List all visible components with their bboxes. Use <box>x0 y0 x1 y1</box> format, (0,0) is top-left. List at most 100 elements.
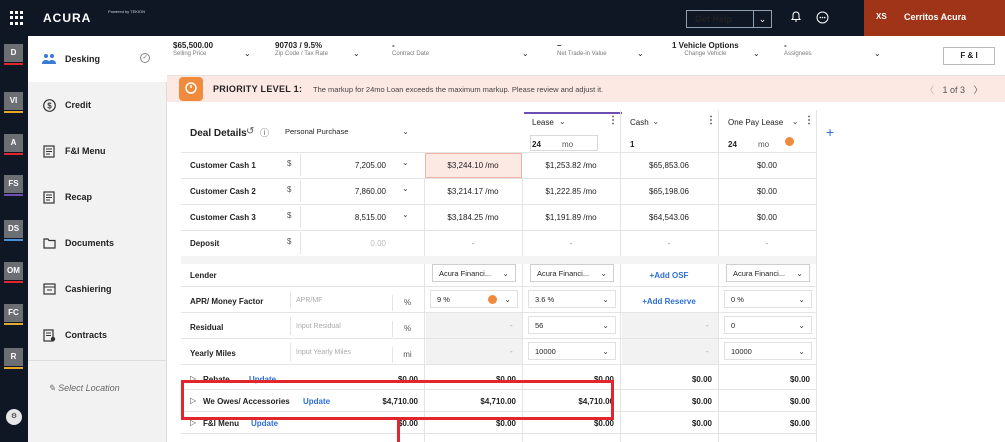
chevron-down-icon[interactable]: ⌄ <box>244 49 251 58</box>
add-reserve-link[interactable]: +Add Reserve <box>622 297 716 306</box>
undo-icon[interactable]: ↺ <box>246 126 254 137</box>
module-badge-d[interactable]: D <box>4 44 23 65</box>
chevron-right-icon[interactable]: 〉 <box>974 85 983 95</box>
purchase-type-select[interactable]: Personal Purchase ⌄ <box>279 122 415 140</box>
menu-item-credit[interactable]: $ Credit <box>28 82 167 128</box>
select-location-link[interactable]: ✎ Select Location <box>48 383 120 394</box>
cell-value: - <box>765 239 769 248</box>
row-divider <box>181 286 816 287</box>
column-header-one-pay-lease[interactable]: One Pay Lease <box>728 118 783 127</box>
fimenu-update-link[interactable]: Update <box>251 419 278 428</box>
chevron-down-icon[interactable]: ⌄ <box>796 269 803 278</box>
column-header-lease[interactable]: Lease <box>532 118 554 127</box>
chevron-down-icon[interactable]: ⌄ <box>798 321 805 330</box>
chevron-down-icon[interactable]: ⌄ <box>602 321 609 330</box>
term-value[interactable]: 1 <box>630 140 634 149</box>
menu-item-fi-menu[interactable]: F&I Menu <box>28 128 167 174</box>
zip-tax-field[interactable]: 90703 / 9.5% Zip Code / Tax Rate <box>275 41 328 57</box>
app-grid-icon[interactable] <box>10 11 24 25</box>
row-divider <box>181 230 816 231</box>
menu-item-documents[interactable]: Documents <box>28 220 167 266</box>
amount-value: 7,205.00 <box>354 161 386 170</box>
chevron-down-icon[interactable]: ⌄ <box>402 158 409 167</box>
chevron-down-icon[interactable]: ⌄ <box>559 117 566 126</box>
menu-item-desking[interactable]: Desking ✓ <box>28 36 167 82</box>
chevron-down-icon[interactable]: ⌄ <box>402 210 409 219</box>
badge-underline <box>4 111 23 113</box>
menu-item-label: Recap <box>65 192 93 202</box>
miles-select[interactable]: 10000 ⌄ <box>724 342 812 360</box>
chevron-down-icon[interactable]: ⌄ <box>753 11 771 27</box>
chevron-down-icon[interactable]: ⌄ <box>602 347 609 356</box>
section-gap <box>181 256 816 264</box>
chevron-down-icon[interactable]: ⌄ <box>753 49 760 58</box>
more-options-icon[interactable]: ⋮ <box>608 115 618 126</box>
contract-date-field[interactable]: - Contract Date <box>392 41 429 57</box>
module-badge-a[interactable]: A <box>4 134 23 155</box>
warning-dot-icon <box>488 295 497 304</box>
apr-select[interactable]: 9 % ⌄ <box>430 290 518 308</box>
term-value[interactable]: 24 <box>728 140 737 149</box>
chevron-down-icon[interactable]: ⌄ <box>602 295 609 304</box>
chevron-down-icon[interactable]: ⌄ <box>652 117 659 126</box>
vehicle-options-value: 1 Vehicle Options <box>672 41 739 50</box>
chevron-down-icon[interactable]: ⌄ <box>600 269 607 278</box>
chevron-down-icon[interactable]: ⌄ <box>798 295 805 304</box>
module-badge-fs[interactable]: FS <box>4 175 23 196</box>
assignees-field[interactable]: - Assignees <box>784 41 812 57</box>
column-divider <box>718 110 719 442</box>
currency-symbol: $ <box>287 159 292 168</box>
select-location-label: Select Location <box>58 383 120 393</box>
chevron-down-icon[interactable]: ⌄ <box>798 347 805 356</box>
module-badge-ds[interactable]: DS <box>4 220 23 241</box>
add-osf-link[interactable]: +Add OSF <box>622 271 716 280</box>
menu-item-recap[interactable]: Recap <box>28 174 167 220</box>
chevron-down-icon[interactable]: ⌄ <box>522 49 529 58</box>
chevron-down-icon[interactable]: ⌄ <box>504 295 511 304</box>
module-badge-r[interactable]: R <box>4 348 23 369</box>
term-input[interactable] <box>530 135 598 151</box>
lender-select[interactable]: Acura Financi... ⌄ <box>432 264 516 282</box>
module-badge-fc[interactable]: FC <box>4 304 23 325</box>
change-vehicle-link[interactable]: Change Vehicle <box>672 51 739 57</box>
fi-button[interactable]: F & I <box>943 47 995 65</box>
get-help-button[interactable]: Get Help ⌄ <box>686 10 772 28</box>
apr-select[interactable]: 0 % ⌄ <box>724 290 812 308</box>
chevron-down-icon[interactable]: ⌄ <box>353 49 360 58</box>
module-badge-om[interactable]: OM <box>4 262 23 283</box>
row-label: Customer Cash 3 <box>190 213 256 222</box>
vehicle-options-field[interactable]: 1 Vehicle Options Change Vehicle <box>672 41 739 57</box>
add-column-icon[interactable]: + <box>826 124 834 140</box>
apr-select[interactable]: 3.6 % ⌄ <box>528 290 616 308</box>
residual-select[interactable]: 0 ⌄ <box>724 316 812 334</box>
column-header-cash[interactable]: Cash <box>630 118 649 127</box>
settings-icon[interactable]: ⚙ <box>6 409 22 425</box>
cell-value: $1,253.82 /mo <box>545 161 597 170</box>
chevron-left-icon[interactable]: 〈 <box>925 85 934 95</box>
chevron-down-icon[interactable]: ⌄ <box>874 49 881 58</box>
cell-value: - <box>510 321 513 330</box>
lender-select[interactable]: Acura Financi... ⌄ <box>726 264 810 282</box>
chat-icon[interactable] <box>816 11 829 24</box>
bell-icon[interactable] <box>790 11 802 23</box>
chevron-down-icon[interactable]: ⌄ <box>402 127 409 136</box>
selling-price-field[interactable]: $65,500.00 Selling Price <box>173 41 213 57</box>
menu-item-cashiering[interactable]: Cashiering <box>28 266 167 312</box>
dealer-switcher[interactable]: XS Cerritos Acura <box>864 0 1005 36</box>
more-options-icon[interactable]: ⋮ <box>706 115 716 126</box>
module-badge-vi[interactable]: VI <box>4 92 23 113</box>
lender-select[interactable]: Acura Financi... ⌄ <box>530 264 614 282</box>
module-sidebar: ⚙ D VI A FS DS OM FC R <box>0 36 28 442</box>
info-icon[interactable]: ⓘ <box>260 126 269 139</box>
chevron-down-icon[interactable]: ⌄ <box>502 269 509 278</box>
menu-item-contracts[interactable]: Contracts <box>28 312 167 358</box>
chevron-down-icon[interactable]: ⌄ <box>792 117 799 126</box>
chevron-down-icon[interactable]: ⌄ <box>637 49 644 58</box>
priority-pager[interactable]: 〈 1 of 3 〉 <box>925 83 983 96</box>
net-trade-field[interactable]: – Net Trade-in Value <box>557 41 607 57</box>
miles-select[interactable]: 10000 ⌄ <box>528 342 616 360</box>
residual-select[interactable]: 56 ⌄ <box>528 316 616 334</box>
chevron-down-icon[interactable]: ⌄ <box>402 184 409 193</box>
more-options-icon[interactable]: ⋮ <box>804 115 814 126</box>
residual-unit: % <box>392 321 422 337</box>
